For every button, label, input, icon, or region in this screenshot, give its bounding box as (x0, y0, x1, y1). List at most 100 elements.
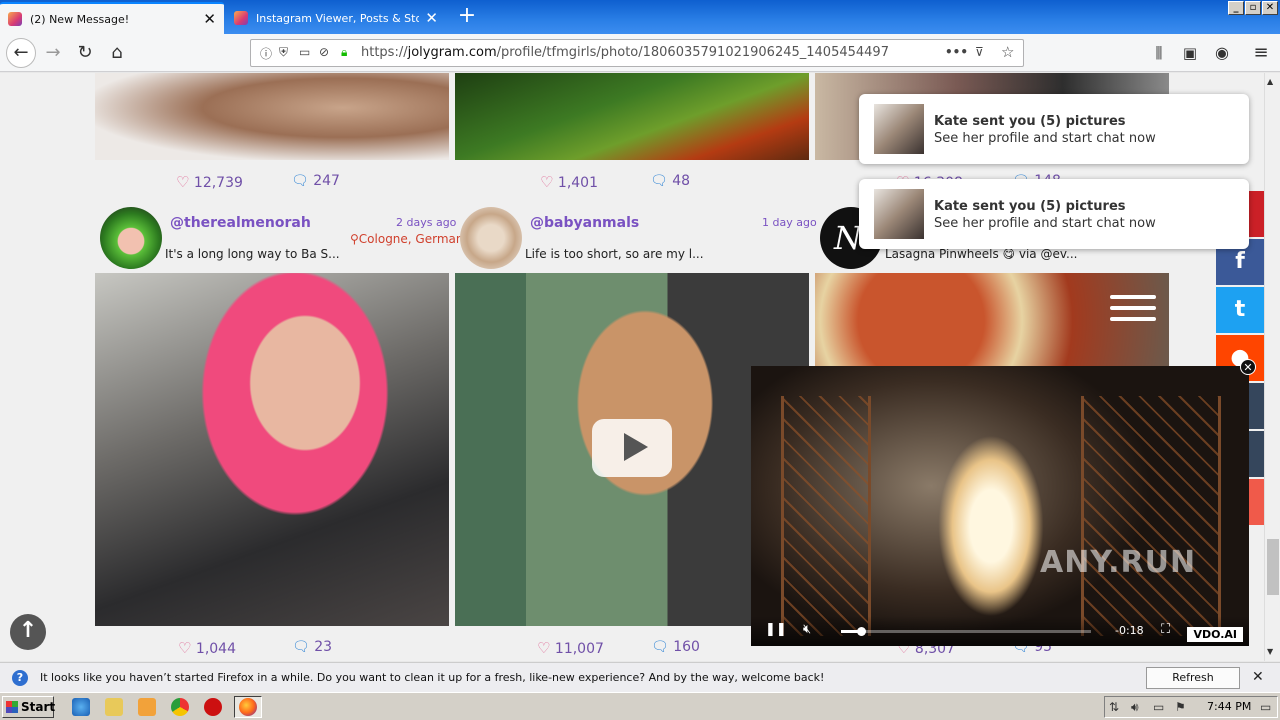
play-icon (624, 433, 648, 461)
media-player-icon[interactable] (138, 698, 156, 716)
start-label: Start (21, 700, 56, 714)
post-image-plants[interactable] (455, 73, 809, 160)
account-icon[interactable]: ◉ (1209, 40, 1235, 66)
comment-icon: 🗨︎ (292, 639, 310, 655)
notification-message: It looks like you haven’t started Firefo… (40, 671, 825, 684)
close-notification-icon[interactable]: ✕ (1252, 669, 1264, 685)
vertical-scrollbar[interactable]: ▲ ▼ (1264, 73, 1280, 661)
facebook-icon: f (1235, 249, 1245, 274)
url-bar[interactable]: ⓘ ⛨ ▭ ⊘ 🔒︎ https://jolygram.com/profile/… (250, 39, 1024, 67)
instagram-favicon (8, 12, 22, 26)
screen: (2) New Message! ✕ Instagram Viewer, Pos… (0, 0, 1280, 720)
chat-notification[interactable]: Kate sent you (5) pictures See her profi… (859, 179, 1249, 249)
progress-knob[interactable] (857, 627, 866, 636)
close-tab-icon[interactable]: ✕ (425, 9, 438, 27)
notification-title: Kate sent you (5) pictures (934, 199, 1126, 214)
url-text[interactable]: https://jolygram.com/profile/tfmgirls/ph… (361, 45, 889, 60)
post-location[interactable]: ⚲Cologne, German (350, 232, 463, 246)
sidebar-icon[interactable]: ▣ (1177, 40, 1203, 66)
likes-count: 1,044 (195, 641, 236, 657)
hamburger-menu-icon[interactable]: ≡ (1248, 40, 1274, 66)
reload-button[interactable]: ↻ (72, 40, 98, 66)
notification-bar: ? It looks like you haven’t started Fire… (0, 662, 1280, 704)
avatar[interactable] (100, 207, 162, 269)
system-tray: ⇅ 🔊︎ ▭ ⚑ 7:44 PM ▭ (1104, 696, 1278, 718)
post-caption: It's a long long way to Ba S... (165, 247, 340, 261)
post-image-selfie[interactable] (95, 273, 449, 626)
shield-icon[interactable]: ⛨ (279, 45, 288, 60)
instagram-favicon (234, 11, 248, 25)
restore-button[interactable]: ▫ (1245, 1, 1261, 15)
post-comments: 🗨︎ 23 (292, 639, 332, 655)
chat-notification[interactable]: Kate sent you (5) pictures See her profi… (859, 94, 1249, 164)
pocket-icon[interactable]: ⊽ (975, 45, 984, 59)
heart-icon: ♡ (537, 639, 551, 657)
likes-count: 11,007 (554, 641, 604, 657)
play-button[interactable] (592, 419, 672, 477)
tab-new-message[interactable]: (2) New Message! ✕ (0, 2, 224, 34)
fullscreen-icon[interactable]: ⛶ (1161, 622, 1170, 637)
home-icon: ⌂ (111, 42, 123, 63)
tab-bar: (2) New Message! ✕ Instagram Viewer, Pos… (0, 0, 1280, 34)
notification-title: Kate sent you (5) pictures (934, 114, 1126, 129)
bookmark-star-icon[interactable]: ☆ (1001, 43, 1014, 61)
back-button[interactable]: ← (6, 38, 36, 68)
vdoai-logo[interactable]: VDO.AI (1187, 627, 1243, 642)
new-tab-button[interactable]: + (454, 4, 480, 30)
help-icon: ? (12, 670, 28, 686)
launch-tower (1081, 396, 1221, 636)
comment-icon: 🗨︎ (651, 639, 669, 655)
explorer-icon[interactable] (105, 698, 123, 716)
likes-count: 1,401 (557, 175, 598, 191)
scroll-up-icon[interactable]: ▲ (1267, 77, 1273, 86)
video-controls: ❚❚ 🔇︎ -0:18 ⛶ VDO.AI (751, 616, 1249, 646)
info-icon[interactable]: ⓘ (260, 45, 272, 62)
notification-body: See her profile and start chat now (934, 216, 1156, 231)
video-progress[interactable] (841, 627, 1091, 636)
home-button[interactable]: ⌂ (104, 40, 130, 66)
opera-icon[interactable] (204, 698, 222, 716)
comment-icon: 🗨︎ (650, 173, 668, 189)
firefox-taskbar-button[interactable] (234, 696, 262, 718)
close-video-button[interactable]: ✕ (1240, 359, 1256, 375)
link-icon[interactable]: ⊘ (319, 45, 329, 59)
taskbar: Start ⇅ 🔊︎ ▭ ⚑ 7:44 PM ▭ (0, 692, 1280, 720)
tray-arrow-icon[interactable]: ⇅ (1109, 700, 1119, 714)
post-caption: Lasagna Pinwheels 😋 via @ev... (885, 247, 1078, 261)
monitor-icon[interactable]: ▭ (1260, 700, 1271, 714)
twitter-icon: t (1234, 297, 1246, 322)
close-tab-icon[interactable]: ✕ (203, 10, 216, 28)
notification-thumbnail (874, 189, 924, 239)
start-button[interactable]: Start (2, 696, 56, 718)
post-likes: ♡ 1,044 (178, 639, 236, 657)
permissions-icon[interactable]: ▭ (299, 45, 310, 59)
scroll-down-icon[interactable]: ▼ (1267, 647, 1273, 656)
network-icon[interactable]: ▭ (1153, 700, 1164, 714)
post-caption: Life is too short, so are my l... (525, 247, 704, 261)
refresh-firefox-button[interactable]: Refresh Firefox… (1146, 667, 1240, 704)
post-image-bath[interactable] (95, 73, 449, 160)
page-actions-icon[interactable]: ••• (945, 45, 968, 59)
ie-icon[interactable] (72, 698, 90, 716)
flag-icon[interactable]: ⚑ (1175, 700, 1186, 714)
minimize-button[interactable]: _ (1228, 1, 1244, 15)
twitter-share-button[interactable]: t (1216, 287, 1264, 333)
mute-icon[interactable]: 🔇︎ (803, 622, 811, 637)
pause-icon[interactable]: ❚❚ (765, 622, 787, 637)
tab-instagram-viewer[interactable]: Instagram Viewer, Posts & Story ✕ (226, 2, 446, 34)
scroll-top-button[interactable]: ↑ (10, 614, 46, 650)
username[interactable]: @babyanmals (530, 215, 639, 231)
scroll-top-icon: ↑ (18, 618, 38, 643)
username[interactable]: @therealmenorah (170, 215, 311, 231)
volume-icon[interactable]: 🔊︎ (1131, 700, 1139, 715)
comments-count: 247 (313, 173, 340, 189)
scrollbar-thumb[interactable] (1267, 539, 1279, 595)
library-icon[interactable]: ⫼ (1146, 40, 1172, 66)
video-player[interactable]: ❚❚ 🔇︎ -0:18 ⛶ VDO.AI (751, 366, 1249, 646)
list-menu-icon[interactable] (1110, 295, 1156, 327)
chrome-icon[interactable] (171, 698, 189, 716)
avatar[interactable] (460, 207, 522, 269)
close-window-button[interactable]: ✕ (1262, 1, 1278, 15)
forward-button[interactable]: → (40, 40, 66, 66)
firefox-icon (239, 698, 257, 716)
